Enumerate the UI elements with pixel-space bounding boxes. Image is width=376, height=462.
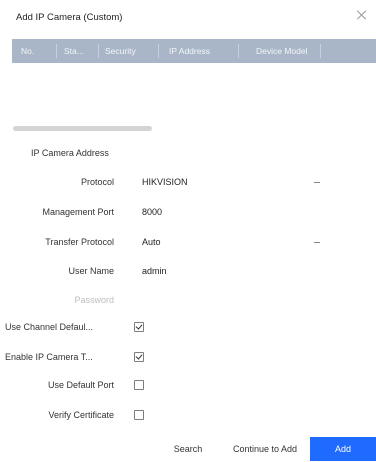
transfer-protocol-select[interactable]: Auto — [142, 237, 161, 247]
table-horizontal-scrollbar[interactable] — [13, 126, 152, 131]
column-separator — [158, 44, 159, 58]
column-separator — [56, 44, 57, 58]
management-port-input[interactable]: 8000 — [142, 207, 162, 217]
column-separator — [320, 44, 321, 58]
column-no[interactable]: No. — [21, 39, 34, 63]
column-separator — [238, 44, 239, 58]
password-label: Password — [74, 295, 114, 305]
chevron-down-icon[interactable] — [314, 182, 320, 183]
protocol-label: Protocol — [80, 177, 114, 187]
transfer-protocol-label: Transfer Protocol — [45, 237, 114, 247]
verify-certificate-label: Verify Certificate — [48, 410, 114, 420]
add-button[interactable]: Add — [310, 437, 376, 461]
verify-certificate-checkbox[interactable] — [134, 410, 144, 420]
use-channel-default-label: Use Channel Defaul... — [5, 322, 94, 332]
use-default-port-label: Use Default Port — [47, 380, 114, 390]
section-title: IP Camera Address — [31, 148, 109, 158]
column-security[interactable]: Security — [105, 39, 136, 63]
enable-ip-camera-label: Enable IP Camera T... — [5, 352, 93, 362]
checkmark-icon — [135, 352, 143, 360]
protocol-select[interactable]: HIKVISION — [142, 177, 188, 187]
checkmark-icon — [135, 322, 143, 330]
column-separator — [98, 44, 99, 58]
column-ip-address[interactable]: IP Address — [169, 39, 210, 63]
use-default-port-checkbox[interactable] — [134, 380, 144, 390]
continue-to-add-button[interactable]: Continue to Add — [222, 437, 308, 461]
close-icon[interactable] — [356, 9, 368, 21]
dialog-title: Add IP Camera (Custom) — [16, 12, 123, 23]
user-name-label: User Name — [68, 266, 114, 276]
column-status[interactable]: Sta... — [64, 39, 84, 63]
column-device-model[interactable]: Device Model — [256, 39, 308, 63]
user-name-input[interactable]: admin — [142, 266, 167, 276]
chevron-down-icon[interactable] — [314, 242, 320, 243]
search-button[interactable]: Search — [162, 437, 214, 461]
use-channel-default-checkbox[interactable] — [134, 322, 144, 332]
device-table-header: No. Sta... Security IP Address Device Mo… — [12, 39, 376, 63]
management-port-label: Management Port — [42, 207, 114, 217]
enable-ip-camera-checkbox[interactable] — [134, 352, 144, 362]
